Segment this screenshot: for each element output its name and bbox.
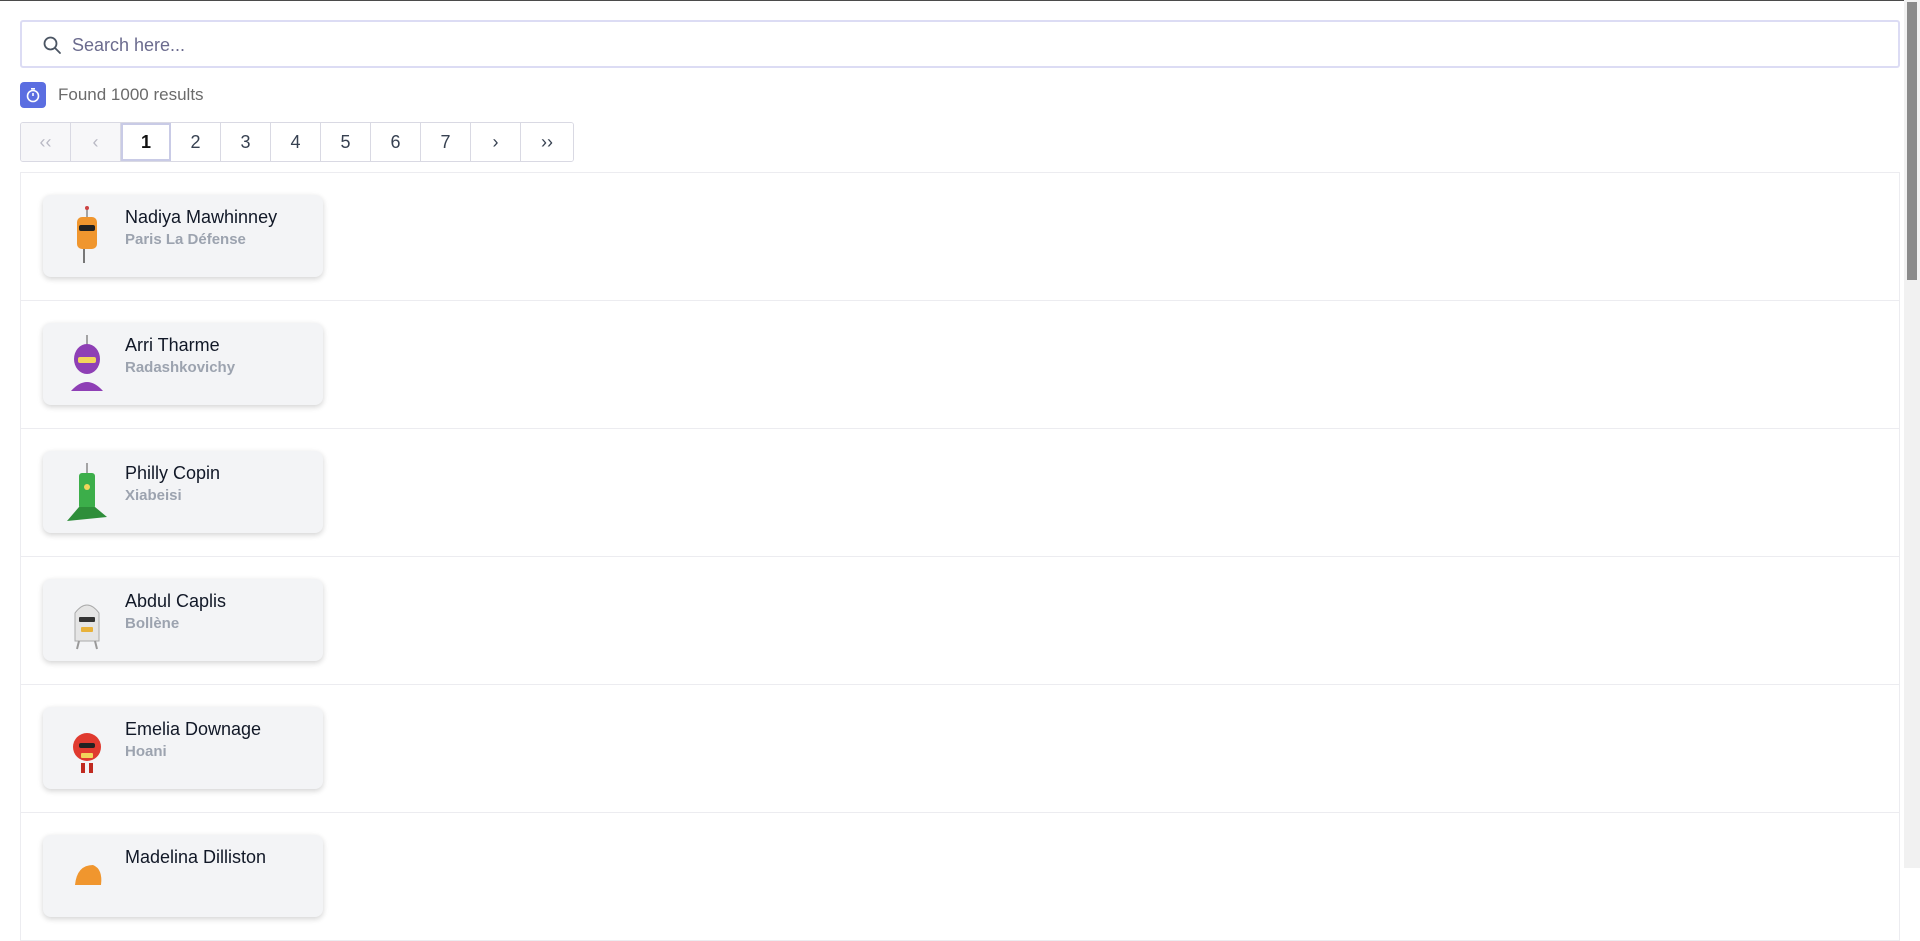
person-name: Nadiya Mawhinney: [125, 207, 278, 227]
first-page-button[interactable]: ‹‹: [21, 123, 71, 161]
person-name: Abdul Caplis: [125, 591, 227, 611]
page-button-4[interactable]: 4: [271, 123, 321, 161]
window-top-border: [0, 0, 1920, 1]
list-item: Madelina Dilliston: [21, 813, 1899, 941]
search-input[interactable]: [70, 22, 1874, 68]
list-item: Philly Copin Xiabeisi: [21, 429, 1899, 557]
list-item: Nadiya Mawhinney Paris La Défense: [21, 173, 1899, 301]
person-city: Radashkovichy: [125, 359, 236, 376]
robot-avatar-icon: [74, 604, 100, 650]
person-card[interactable]: Abdul Caplis Bollène: [43, 579, 323, 661]
page-button-2[interactable]: 2: [171, 123, 221, 161]
robot-avatar-icon: [73, 733, 101, 773]
person-city: Xiabeisi: [125, 487, 182, 504]
robot-avatar-icon: [77, 206, 97, 263]
person-card[interactable]: Arri Tharme Radashkovichy: [43, 323, 323, 405]
list-item: Arri Tharme Radashkovichy: [21, 301, 1899, 429]
page-button-7[interactable]: 7: [421, 123, 471, 161]
robot-avatar-icon: [75, 865, 102, 885]
person-city: Bollène: [125, 615, 180, 632]
list-item: Emelia Downage Hoani: [21, 685, 1899, 813]
next-page-button[interactable]: ›: [471, 123, 521, 161]
search-icon: [43, 36, 61, 54]
page-button-5[interactable]: 5: [321, 123, 371, 161]
person-name: Emelia Downage: [125, 719, 262, 739]
results-count-text: Found 1000 results: [58, 85, 204, 104]
prev-page-button[interactable]: ‹: [71, 123, 121, 161]
results-list: Nadiya Mawhinney Paris La Défense Arri T…: [20, 172, 1900, 941]
stopwatch-icon: [20, 82, 46, 108]
list-item: Abdul Caplis Bollène: [21, 557, 1899, 685]
results-summary: Found 1000 results: [20, 80, 1900, 110]
person-card[interactable]: Philly Copin Xiabeisi: [43, 451, 323, 533]
pagination: ‹‹ ‹ 1 2 3 4 5 6 7 › ››: [20, 122, 574, 162]
last-page-button[interactable]: ››: [521, 123, 573, 161]
page-scrollbar[interactable]: [1904, 0, 1920, 868]
page-button-3[interactable]: 3: [221, 123, 271, 161]
robot-avatar-icon: [67, 463, 107, 521]
person-name: Arri Tharme: [125, 335, 220, 355]
scrollbar-thumb[interactable]: [1907, 2, 1917, 280]
page-container: Found 1000 results ‹‹ ‹ 1 2 3 4 5 6 7 › …: [20, 20, 1900, 941]
person-name: Madelina Dilliston: [125, 847, 267, 867]
person-card[interactable]: Madelina Dilliston: [43, 835, 323, 917]
robot-avatar-icon: [71, 335, 103, 391]
person-city: Hoani: [125, 743, 167, 760]
person-name: Philly Copin: [125, 463, 221, 483]
person-card[interactable]: Nadiya Mawhinney Paris La Défense: [43, 195, 323, 277]
page-button-1[interactable]: 1: [121, 123, 171, 161]
page-button-6[interactable]: 6: [371, 123, 421, 161]
person-city: Paris La Défense: [125, 231, 246, 248]
person-card[interactable]: Emelia Downage Hoani: [43, 707, 323, 789]
search-box[interactable]: [20, 20, 1900, 68]
